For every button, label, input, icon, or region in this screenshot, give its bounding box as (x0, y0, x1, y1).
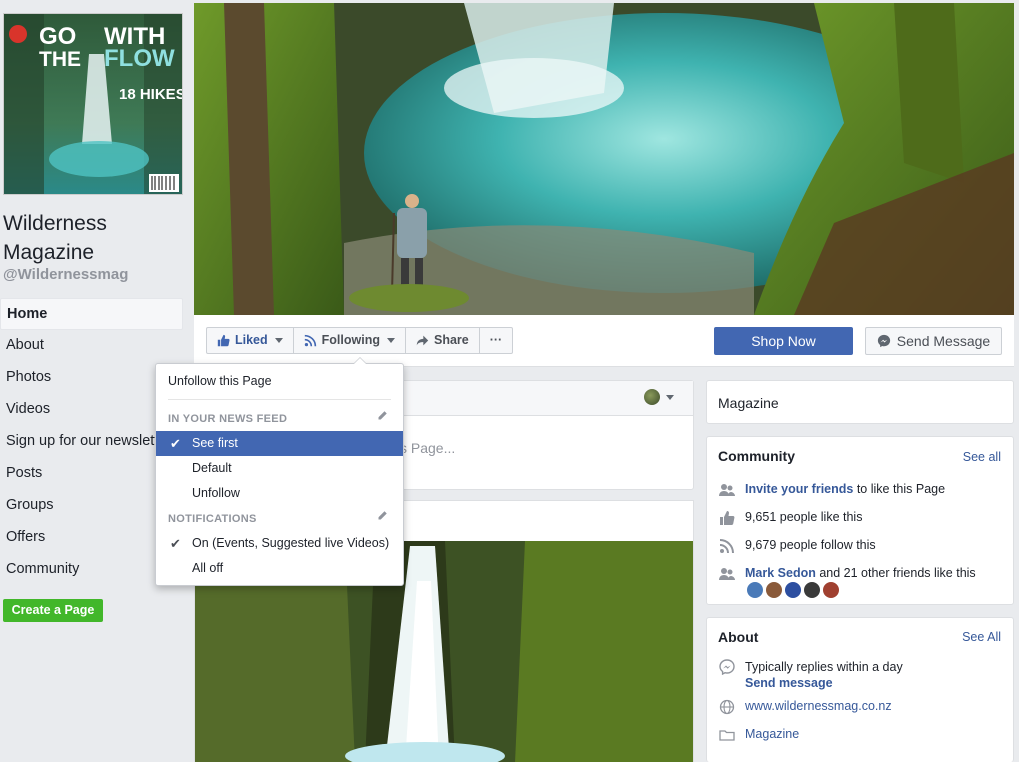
checkmark-icon: ✔ (170, 436, 181, 451)
profile-picture[interactable]: GO WITH THE FLOW 18 HIKES (3, 13, 183, 195)
friend-name-link[interactable]: Mark Sedon (745, 566, 816, 580)
see-first-label: See first (192, 436, 238, 450)
page-handle[interactable]: @Wildernessmag (3, 266, 128, 283)
notifications-on-label: On (Events, Suggested live Videos) (192, 536, 390, 550)
see-first-option[interactable]: ✔ See first (156, 431, 403, 456)
page-actions-group: Liked Following Share ··· (206, 327, 514, 354)
all-off-option[interactable]: All off (156, 556, 403, 581)
category-label[interactable]: Magazine (718, 395, 779, 411)
cover-photo[interactable] (194, 3, 1014, 315)
divider (168, 399, 391, 400)
community-card: Community See all Invite your friends to… (706, 436, 1014, 605)
likes-row: 9,651 people like this (719, 510, 862, 526)
page-title: Wilderness Magazine (3, 212, 107, 264)
about-title: About (718, 629, 759, 645)
share-label: Share (433, 333, 469, 347)
composer-placeholder[interactable]: s Page... (400, 440, 455, 456)
thumbs-up-icon (720, 511, 735, 525)
avatar[interactable] (785, 582, 801, 598)
community-see-all-link[interactable]: See all (963, 450, 1001, 464)
liked-label: Liked (235, 333, 268, 347)
avatar[interactable] (823, 582, 839, 598)
likes-count: 9,651 people like this (745, 510, 863, 524)
checkmark-icon: ✔ (170, 536, 181, 551)
invite-friends-link[interactable]: Invite your friends (745, 482, 853, 496)
liked-button[interactable]: Liked (207, 328, 294, 353)
nav-item-about[interactable]: About (0, 330, 183, 362)
friends-row: Mark Sedon and 21 other friends like thi… (719, 566, 976, 582)
people-icon (719, 568, 735, 580)
following-dropdown: Unfollow this Page IN YOUR NEWS FEED ✔ S… (155, 357, 404, 586)
website-link[interactable]: www.wildernessmag.co.nz (745, 699, 892, 713)
globe-icon (719, 699, 735, 715)
nav-item-home[interactable]: Home (0, 298, 183, 330)
shop-now-button[interactable]: Shop Now (714, 327, 853, 355)
people-icon (719, 484, 735, 496)
invite-rest: to like this Page (853, 482, 946, 496)
messenger-icon (719, 659, 735, 675)
pencil-icon[interactable] (377, 509, 389, 521)
category-card: Magazine (706, 380, 1014, 424)
invite-row: Invite your friends to like this Page (719, 482, 945, 498)
share-button[interactable]: Share (406, 328, 480, 353)
about-see-all-link[interactable]: See All (962, 630, 1001, 644)
send-message-button[interactable]: Send Message (865, 327, 1002, 355)
folder-icon (719, 730, 735, 741)
dropdown-pointer (353, 357, 367, 364)
thumbs-up-icon (217, 334, 230, 347)
chevron-down-icon (386, 338, 395, 343)
unfollow-page-option[interactable]: Unfollow this Page (156, 369, 403, 394)
about-category-link[interactable]: Magazine (745, 727, 799, 741)
share-arrow-icon (416, 335, 429, 346)
create-page-button[interactable]: Create a Page (3, 599, 103, 622)
default-option[interactable]: Default (156, 456, 403, 481)
notifications-header: NOTIFICATIONS (168, 513, 257, 525)
rss-icon (719, 539, 734, 554)
follows-row: 9,679 people follow this (719, 538, 876, 554)
friends-rest: and 21 other friends like this (815, 566, 976, 580)
rss-icon (304, 334, 316, 347)
more-button[interactable]: ··· (480, 328, 513, 353)
website-row: www.wildernessmag.co.nz (719, 699, 892, 715)
avatar[interactable] (747, 582, 763, 598)
news-feed-header: IN YOUR NEWS FEED (168, 413, 288, 425)
send-message-link[interactable]: Send message (745, 676, 833, 690)
replies-row: Typically replies within a day Send messa… (719, 659, 903, 691)
cover-the: THE (39, 48, 81, 71)
cover-go: GO (39, 23, 76, 50)
pencil-icon[interactable] (377, 409, 389, 421)
category-row: Magazine (719, 727, 799, 743)
unfollow-option[interactable]: Unfollow (156, 481, 403, 506)
friend-avatars (747, 582, 842, 598)
avatar[interactable] (644, 389, 660, 405)
chevron-down-icon[interactable] (666, 395, 674, 400)
following-button[interactable]: Following (294, 328, 406, 353)
chevron-down-icon (274, 338, 283, 343)
about-card: About See All Typically replies within a… (706, 617, 1014, 762)
community-title: Community (718, 448, 795, 464)
messenger-icon (877, 334, 890, 348)
follows-count: 9,679 people follow this (745, 538, 876, 552)
avatar[interactable] (766, 582, 782, 598)
notifications-on-option[interactable]: ✔ On (Events, Suggested live Videos) (156, 531, 403, 556)
cover-hikes: 18 HIKES (119, 86, 183, 103)
following-label: Following (321, 333, 380, 347)
avatar[interactable] (804, 582, 820, 598)
replies-text: Typically replies within a day (745, 660, 903, 674)
send-message-label: Send Message (896, 333, 991, 349)
cover-flow: FLOW (104, 45, 175, 72)
